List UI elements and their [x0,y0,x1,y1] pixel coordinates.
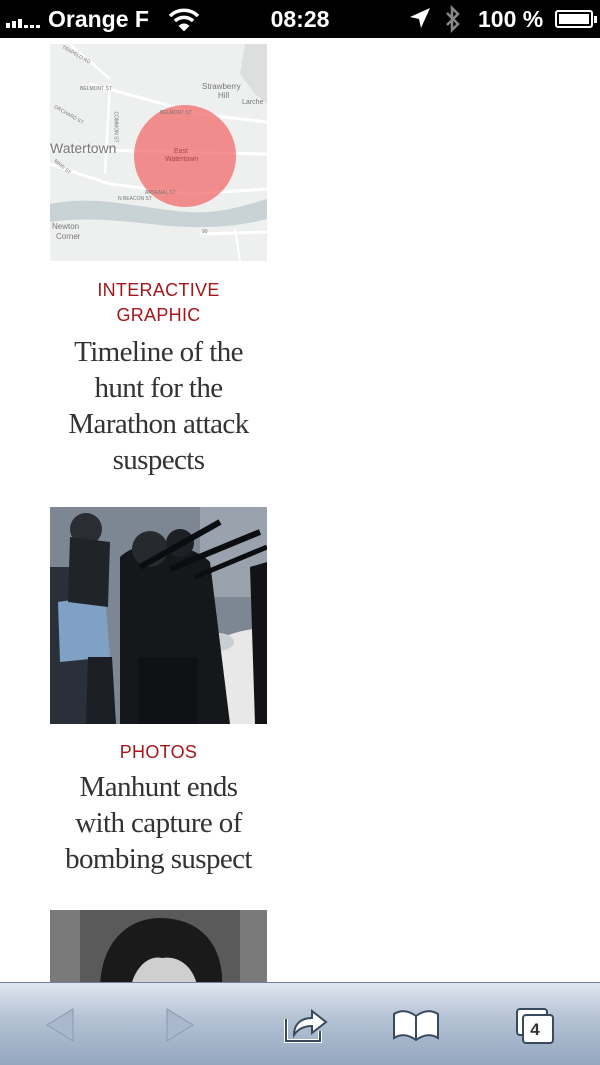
bookmarks-button[interactable] [361,983,471,1065]
map-label-hill: Hill [218,91,230,100]
photo-thumbnail[interactable] [50,507,267,724]
share-icon [284,1008,328,1043]
article-kicker[interactable]: PHOTOS [50,740,267,765]
article-headline[interactable]: Manhunt ends with capture of bombing sus… [50,769,267,877]
map-label-larches: Larche [242,99,264,106]
battery-percent: 100 % [478,6,544,32]
headline-line: suspects [112,444,205,476]
back-button[interactable] [5,983,115,1065]
map-label-belmont-2: BELMONT ST [160,110,192,116]
headline-line: hunt for the [94,372,223,404]
map-label-strawberry: Strawberry [202,82,241,91]
safari-toolbar [0,982,600,1065]
map-label-watertown: Watertown [50,140,117,156]
map-label-newton: Newton [52,222,80,231]
article-card-portrait[interactable] [50,910,267,982]
article-headline[interactable]: Timeline of the hunt for the Marathon at… [50,334,267,478]
map-label-east: East [174,148,189,155]
map-label-corner: Corner [56,232,81,241]
status-bar: Orange F 08:28 100 % [0,0,600,38]
map-label-route-90: 90 [202,229,208,235]
swat-photo [50,507,267,724]
headline-line: Timeline of the [74,336,243,368]
map-label-belmont: BELMONT ST [80,86,112,92]
headline-line: bombing suspect [65,843,252,875]
page-content[interactable]: Watertown East Watertown Strawberry Hill… [0,38,600,982]
forward-button[interactable] [125,983,235,1065]
kicker-line: INTERACTIVE [97,280,220,300]
headline-line: Marathon attack [68,408,249,440]
portrait-thumbnail[interactable] [50,910,267,982]
back-arrow-icon [46,1007,74,1042]
map-label-east-watertown: Watertown [165,156,199,163]
article-kicker[interactable]: INTERACTIVE GRAPHIC [50,278,267,328]
location-arrow-icon [408,6,432,36]
headline-line: Manhunt ends [79,771,239,803]
article-card-timeline[interactable]: Watertown East Watertown Strawberry Hill… [50,44,267,478]
bookmarks-book-icon [393,1009,439,1041]
bluetooth-icon [444,4,462,40]
tabs-count-badge: 4 [530,1020,540,1039]
portrait-photo [50,910,267,982]
map-label-common: COMMON ST [112,111,119,143]
article-card-manhunt[interactable]: PHOTOS Manhunt ends with capture of bomb… [50,507,267,877]
kicker-line: PHOTOS [119,742,198,762]
forward-arrow-icon [166,1007,194,1042]
battery-icon [555,10,597,28]
share-button[interactable] [250,983,360,1065]
kicker-line: GRAPHIC [116,305,201,325]
map-label-n-beacon: N BEACON ST [118,196,152,202]
headline-line: with capture of [75,807,242,839]
map-thumbnail[interactable]: Watertown East Watertown Strawberry Hill… [50,44,267,261]
